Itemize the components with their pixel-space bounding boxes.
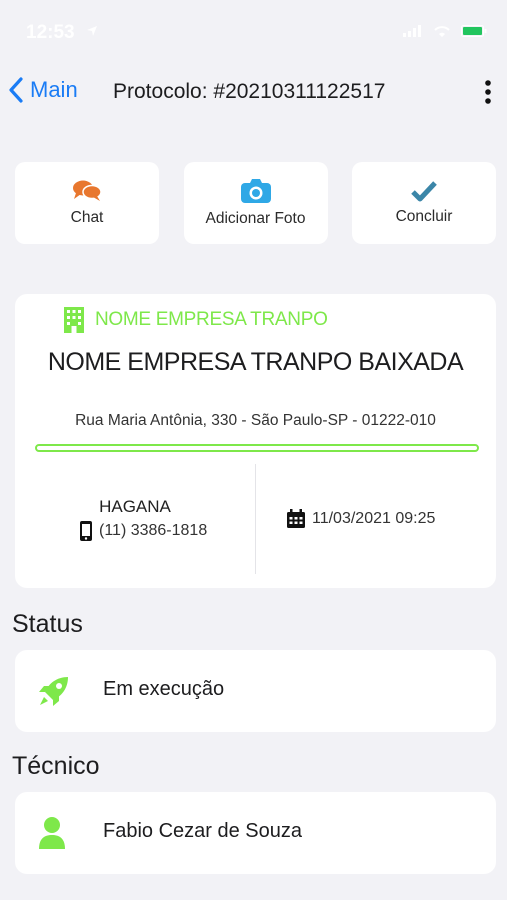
date-block: 11/03/2021 09:25: [286, 509, 435, 529]
more-options-icon[interactable]: [481, 78, 495, 106]
battery-icon: [461, 24, 487, 42]
technician-section-title: Técnico: [12, 752, 100, 780]
navigation-bar: Main Protocolo: #20210311122517: [0, 64, 507, 120]
contact-name: HAGANA: [99, 497, 171, 516]
phone-number: (11) 3386-1818: [99, 522, 208, 539]
company-card: NOME EMPRESA TRANPO NOME EMPRESA TRANPO …: [15, 294, 496, 588]
back-button[interactable]: Main: [8, 76, 78, 104]
technician-card[interactable]: Fabio Cezar de Souza: [15, 792, 496, 874]
signal-icon: [403, 24, 423, 42]
page-title: Protocolo: #20210311122517: [113, 80, 386, 103]
back-label: Main: [30, 77, 78, 102]
chevron-left-icon: [9, 77, 23, 103]
chat-label: Chat: [70, 209, 104, 226]
mobile-phone-icon: [80, 521, 92, 541]
conclude-label: Concluir: [395, 208, 453, 225]
location-arrow-icon: [86, 24, 98, 42]
user-icon: [39, 817, 65, 849]
building-icon: [64, 307, 84, 333]
conclude-button[interactable]: Concluir: [352, 162, 496, 244]
status-card[interactable]: Em execução: [15, 650, 496, 732]
status-bar: 12:53: [0, 0, 507, 64]
contact-phone[interactable]: (11) 3386-1818: [79, 520, 207, 542]
order-datetime: 11/03/2021 09:25: [312, 510, 436, 527]
company-address: Rua Maria Antônia, 330 - São Paulo-SP - …: [75, 412, 436, 429]
action-buttons: Chat Adicionar Foto Concluir: [15, 162, 496, 244]
technician-name: Fabio Cezar de Souza: [103, 820, 303, 842]
status-section-title: Status: [12, 610, 83, 638]
chat-button[interactable]: Chat: [15, 162, 159, 244]
chat-icon: [73, 180, 102, 201]
status-time: 12:53: [26, 22, 75, 43]
calendar-icon: [287, 509, 305, 528]
add-photo-label: Adicionar Foto: [205, 210, 306, 227]
camera-icon: [240, 179, 271, 203]
company-header: NOME EMPRESA TRANPO: [63, 306, 328, 334]
wifi-icon: [433, 24, 451, 42]
vertical-divider: [255, 464, 256, 574]
rocket-icon: [39, 677, 68, 706]
divider: [35, 444, 479, 452]
checkmark-icon: [411, 181, 437, 202]
add-photo-button[interactable]: Adicionar Foto: [183, 162, 328, 244]
company-tag: NOME EMPRESA TRANPO: [95, 309, 328, 330]
status-value: Em execução: [103, 678, 225, 700]
company-name: NOME EMPRESA TRANPO BAIXADA: [47, 348, 464, 376]
